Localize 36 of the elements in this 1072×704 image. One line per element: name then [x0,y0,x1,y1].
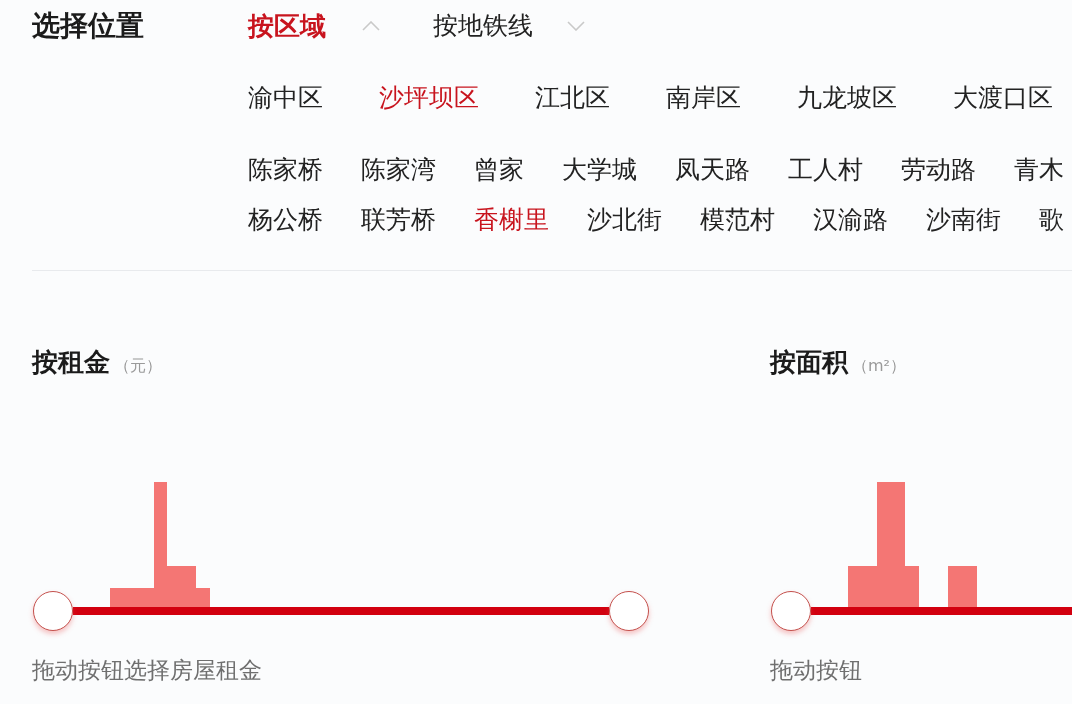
filter-title: 按面积 [770,349,848,375]
area-option[interactable]: 陈家桥 [248,155,323,185]
area-option[interactable]: 模范村 [700,205,775,235]
district-option[interactable]: 江北区 [535,83,610,113]
area-option[interactable]: 凤天路 [675,155,750,185]
hint-text: 拖动按钮 [770,658,862,682]
area-option[interactable]: 杨公桥 [248,205,323,235]
area-option[interactable]: 汉渝路 [813,205,888,235]
area-option[interactable]: 陈家湾 [361,155,436,185]
unit-label: （元） [114,357,162,375]
tab[interactable]: 按地铁线 [433,11,585,41]
chevron-down-icon [567,21,585,31]
district-option[interactable]: 渝中区 [248,83,323,113]
tab[interactable]: 按区域 [248,11,380,41]
district-option[interactable]: 大渡口区 [953,83,1053,113]
area-option[interactable]: 工人村 [788,155,863,185]
slider-thumb[interactable] [33,591,73,631]
district-option[interactable]: 九龙坡区 [797,83,897,113]
area-option[interactable]: 香榭里 [474,205,549,235]
slider-thumb[interactable] [609,591,649,631]
district-option[interactable]: 沙坪坝区 [379,83,479,113]
area-option[interactable]: 沙北街 [587,205,662,235]
section-title: 选择位置 [32,11,144,41]
area-option[interactable]: 歌 [1039,205,1064,235]
area-option[interactable]: 曾家 [474,155,524,185]
filter-title: 按租金 [32,349,110,375]
unit-label: （m²） [852,357,906,375]
district-option[interactable]: 南岸区 [666,83,741,113]
chevron-up-icon [362,21,380,31]
area-option[interactable]: 沙南街 [926,205,1001,235]
slider-thumb[interactable] [771,591,811,631]
area-option[interactable]: 劳动路 [901,155,976,185]
area-option[interactable]: 大学城 [562,155,637,185]
area-option[interactable]: 青木 [1014,155,1064,185]
hint-text: 拖动按钮选择房屋租金 [32,658,262,682]
area-option[interactable]: 联芳桥 [361,205,436,235]
